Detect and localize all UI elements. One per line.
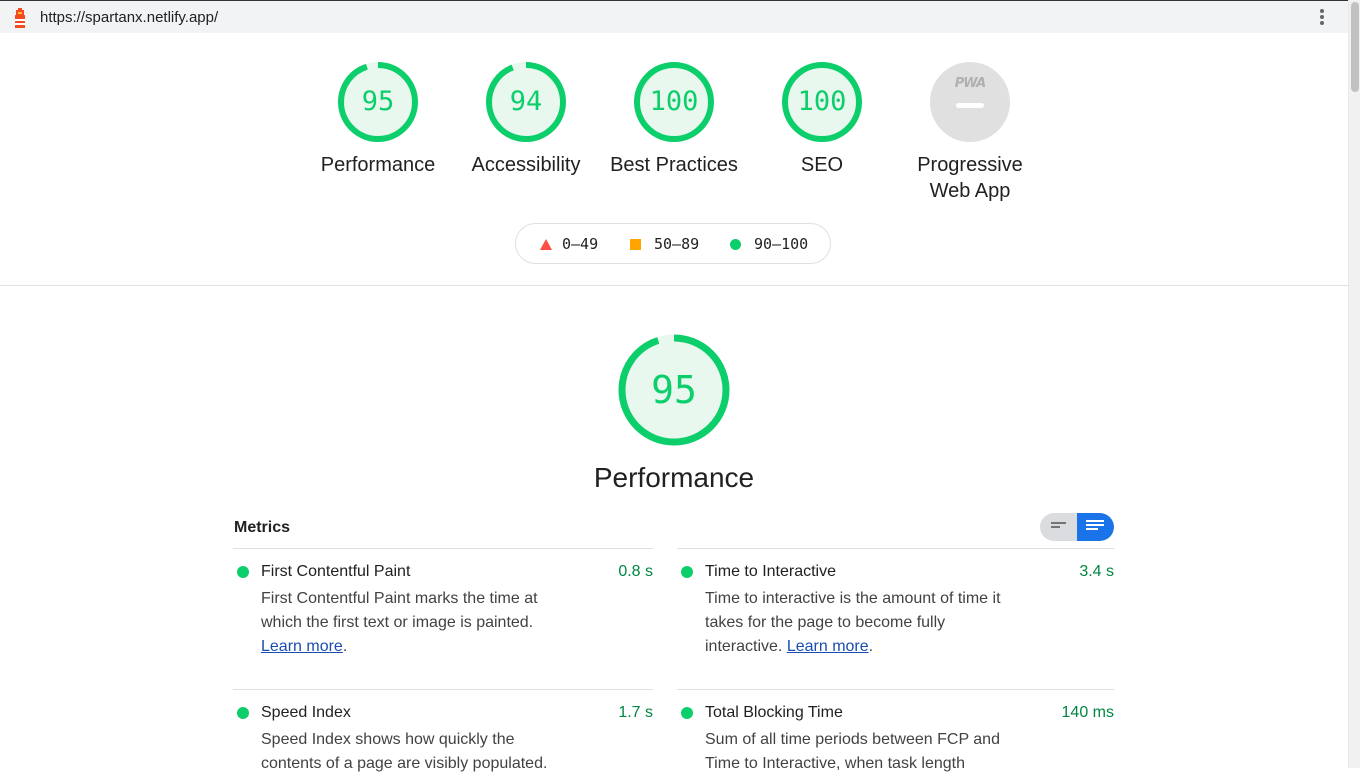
square-icon <box>630 239 641 250</box>
metrics-heading: Metrics <box>234 519 291 536</box>
gauge-label: Best Practices <box>610 154 738 176</box>
metric-time-to-interactive: Time to Interactive 3.4 s Time to intera… <box>677 548 1114 655</box>
metric-name: Total Blocking Time <box>705 704 843 721</box>
pass-dot-icon <box>681 566 693 578</box>
pwa-badge-text: PWA <box>954 76 986 91</box>
gauge-accessibility[interactable]: 94 Accessibility <box>451 60 601 178</box>
metric-description: Sum of all time periods between FCP and … <box>705 731 1000 772</box>
section-divider <box>0 285 1348 286</box>
gauge-label: Accessibility <box>471 154 581 176</box>
gauge-label: Progressive Web App <box>917 154 1023 202</box>
gauge-label: Performance <box>320 154 436 176</box>
legend-pass: 90–100 <box>730 235 808 253</box>
compact-view-button[interactable] <box>1040 513 1077 541</box>
metrics-view-toggle[interactable] <box>1040 513 1114 541</box>
gauge-seo[interactable]: 100 SEO <box>747 60 897 178</box>
gauge-performance[interactable]: 95 Performance <box>303 60 453 178</box>
gauge-score: 95 <box>361 86 395 117</box>
gauge-score: 100 <box>797 86 847 117</box>
gauge-best-practices[interactable]: 100 Best Practices <box>599 60 749 178</box>
pass-dot-icon <box>237 707 249 719</box>
expanded-view-button[interactable] <box>1077 513 1114 541</box>
score-scale-legend: 0–49 50–89 90–100 <box>515 223 831 264</box>
vertical-scrollbar[interactable] <box>1348 0 1360 768</box>
gauge-score: 94 <box>509 86 543 117</box>
learn-more-link[interactable]: Learn more <box>787 638 869 655</box>
report-topbar: https://spartanx.netlify.app/ <box>0 0 1348 33</box>
pass-dot-icon <box>237 566 249 578</box>
performance-title: Performance <box>593 462 755 493</box>
metric-speed-index: Speed Index 1.7 s Speed Index shows how … <box>233 689 653 772</box>
metric-first-contentful-paint: First Contentful Paint 0.8 s First Conte… <box>233 548 653 655</box>
pass-dot-icon <box>681 707 693 719</box>
metric-name: Speed Index <box>261 704 351 721</box>
circle-icon <box>730 239 741 250</box>
legend-average: 50–89 <box>630 235 699 253</box>
legend-fail: 0–49 <box>540 235 598 253</box>
metric-value: 140 ms <box>1061 704 1114 721</box>
pwa-badge-icon <box>930 62 1010 142</box>
metric-value: 0.8 s <box>618 563 653 580</box>
performance-score: 95 <box>651 368 697 412</box>
more-options-icon[interactable] <box>1316 8 1328 28</box>
metric-value: 1.7 s <box>618 704 653 721</box>
gauge-pwa[interactable]: PWA Progressive Web App <box>895 60 1045 204</box>
metric-description: Speed Index shows how quickly the conten… <box>261 731 548 772</box>
scrollbar-thumb[interactable] <box>1351 2 1359 92</box>
metric-name: Time to Interactive <box>705 563 837 580</box>
metric-description: Time to interactive is the amount of tim… <box>705 590 1001 655</box>
gauge-score: 100 <box>649 86 699 117</box>
report-url[interactable]: https://spartanx.netlify.app/ <box>40 9 218 26</box>
performance-gauge: 95 <box>616 332 732 448</box>
metric-value: 3.4 s <box>1079 563 1114 580</box>
metric-total-blocking-time: Total Blocking Time 140 ms Sum of all ti… <box>677 689 1114 772</box>
lighthouse-icon <box>15 8 25 28</box>
triangle-icon <box>540 239 552 250</box>
gauge-label: SEO <box>800 154 844 176</box>
metric-description: First Contentful Paint marks the time at… <box>261 590 538 655</box>
metric-name: First Contentful Paint <box>261 563 411 580</box>
learn-more-link[interactable]: Learn more <box>261 638 343 655</box>
